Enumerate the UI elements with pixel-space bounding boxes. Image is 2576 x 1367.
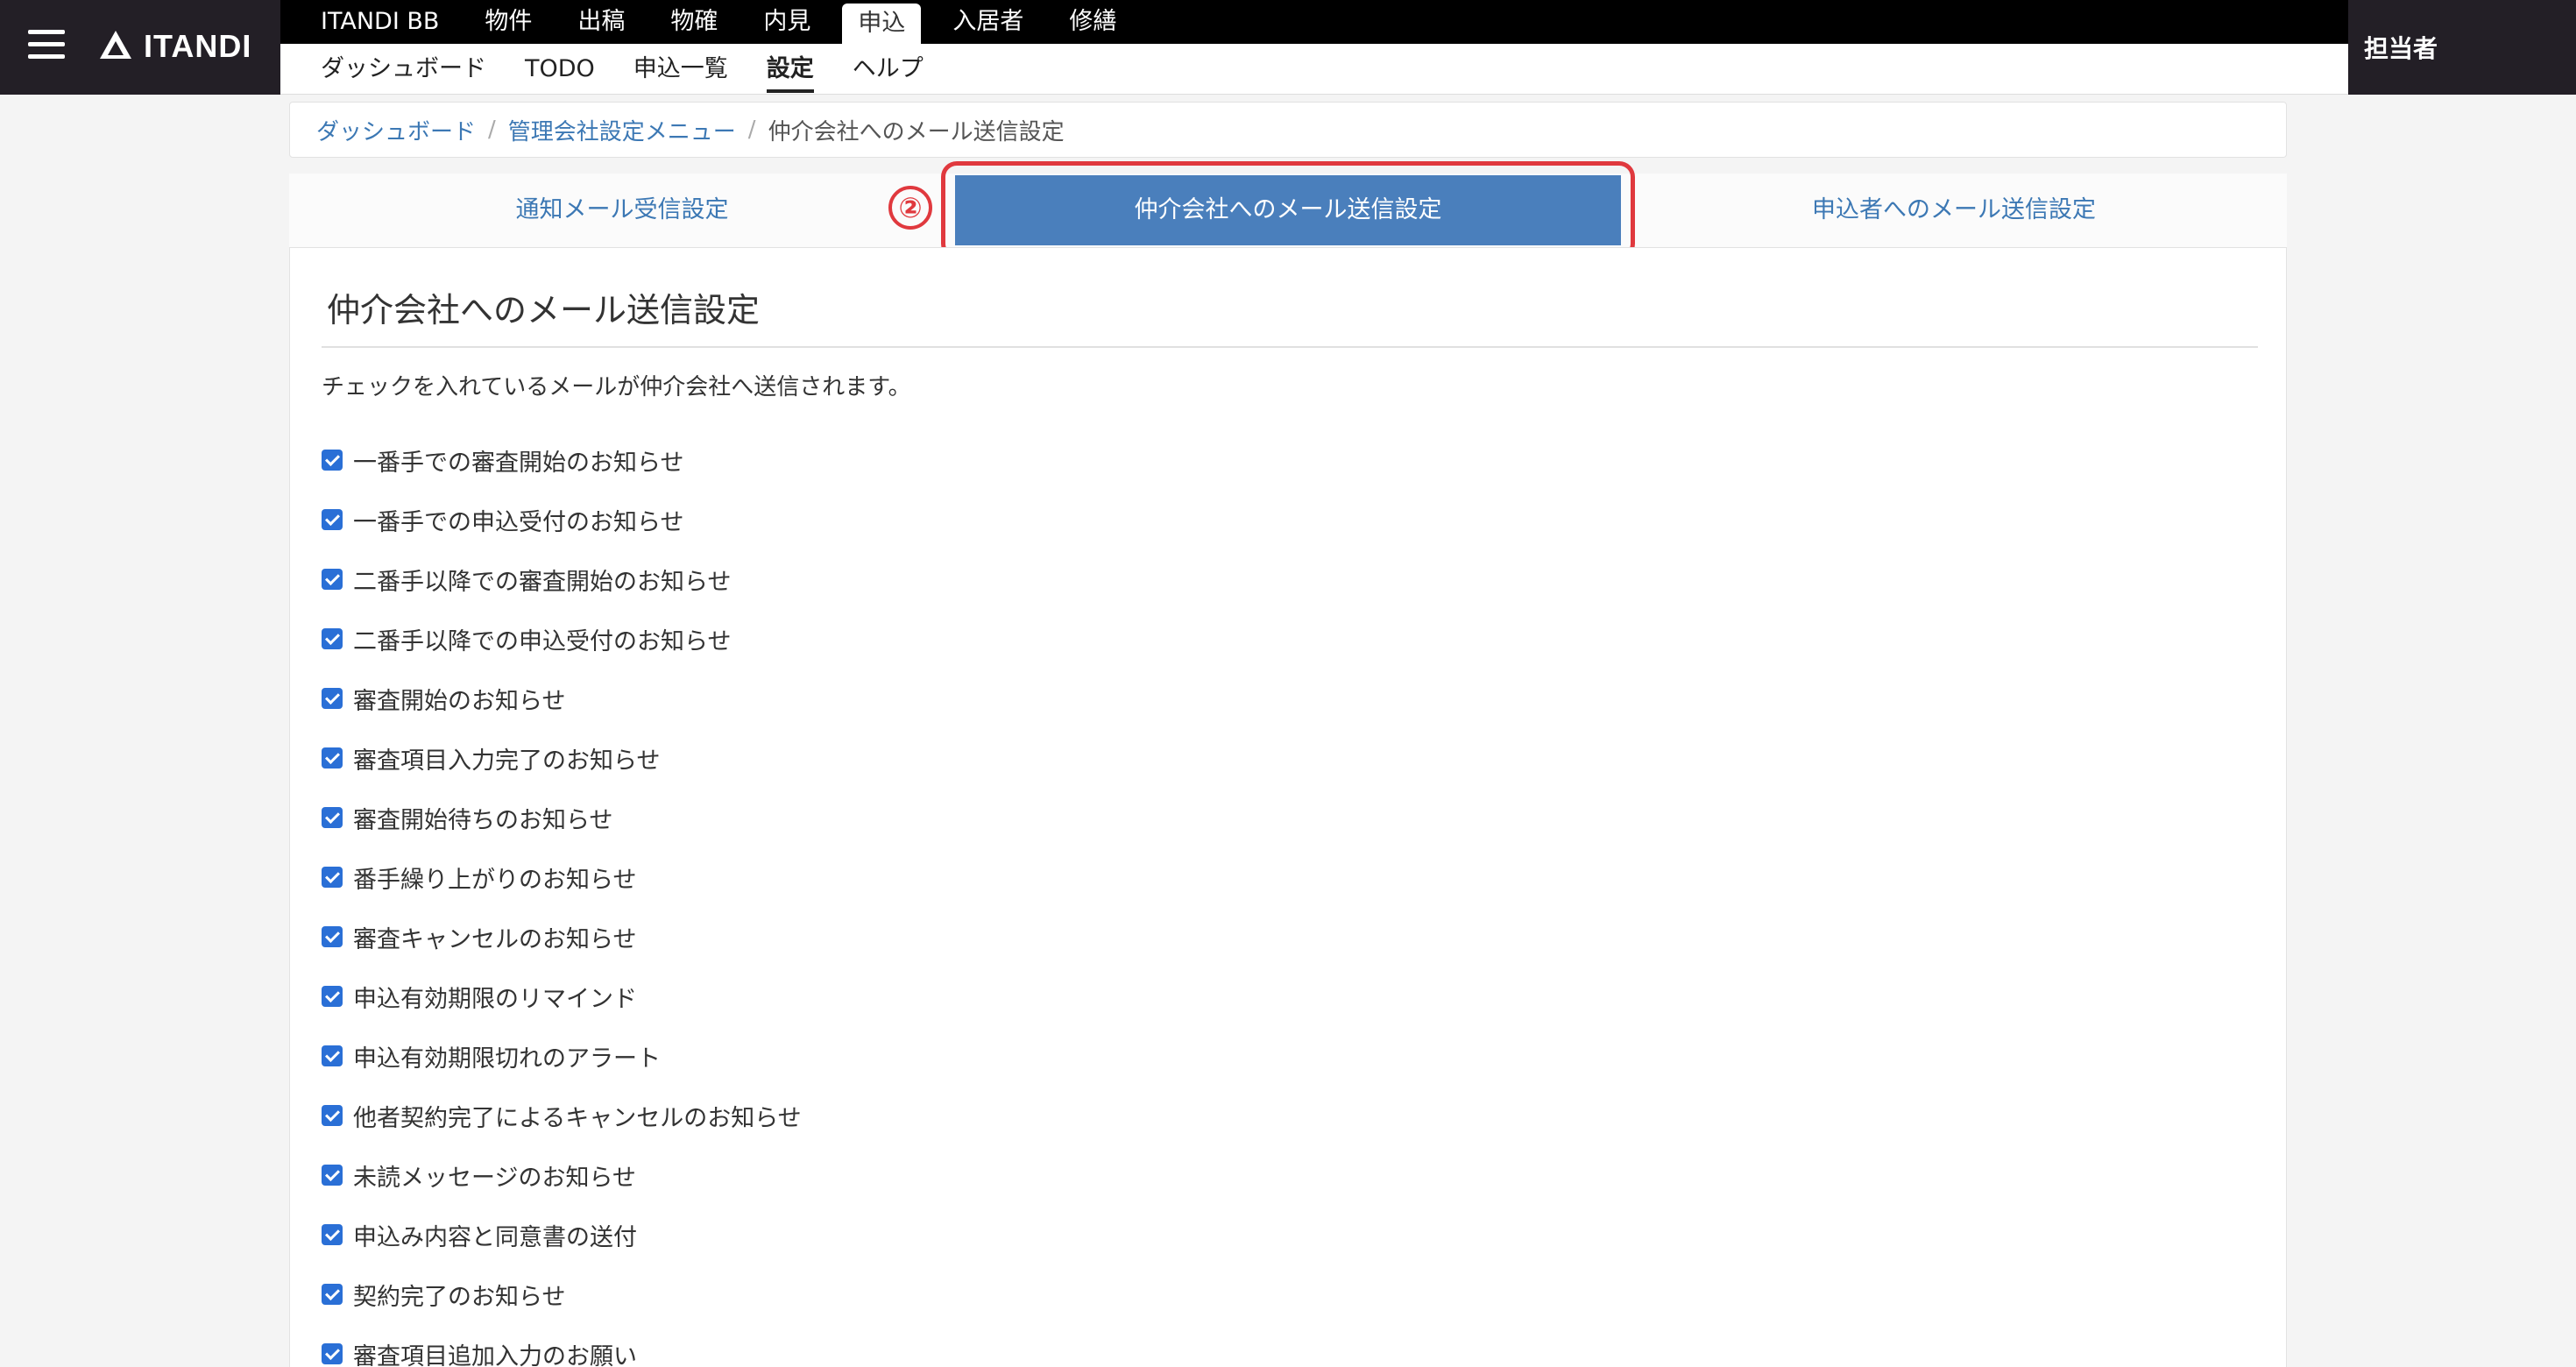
- annotation-highlight-box: [941, 161, 1635, 259]
- option-label: 未読メッセージのお知らせ: [353, 1164, 636, 1192]
- mail-option-row: 未読メッセージのお知らせ: [322, 1145, 802, 1205]
- mail-option-row: 審査開始待ちのお知らせ: [322, 788, 802, 847]
- breadcrumb-dashboard[interactable]: ダッシュボード: [316, 114, 476, 146]
- logo-text: ITANDI: [144, 28, 252, 64]
- checkbox[interactable]: [322, 1224, 343, 1245]
- option-label: 審査開始待ちのお知らせ: [353, 806, 613, 834]
- mail-option-row: 一番手での申込受付のお知らせ: [322, 490, 802, 549]
- option-label: 申込み内容と同意書の送付: [353, 1223, 637, 1251]
- checkbox[interactable]: [322, 450, 343, 471]
- option-label: 審査開始のお知らせ: [353, 687, 566, 715]
- breadcrumb: ダッシュボード / 管理会社設定メニュー / 仲介会社へのメール送信設定: [289, 102, 2287, 158]
- mail-option-row: 他者契約完了によるキャンセルのお知らせ: [322, 1086, 802, 1145]
- itandi-logo[interactable]: ITANDI: [96, 25, 251, 68]
- option-label: 番手繰り上がりのお知らせ: [353, 866, 637, 894]
- option-label: 審査キャンセルのお知らせ: [353, 925, 637, 953]
- main-nav: ITANDI BB 物件 出稿 物確 内見 申込 入居者 修繕: [280, 0, 2348, 44]
- option-label: 申込有効期限切れのアラート: [353, 1045, 661, 1073]
- user-menu[interactable]: 担当者: [2364, 30, 2438, 65]
- main-nav-bukkaku[interactable]: 物確: [648, 0, 740, 44]
- option-label: 審査項目入力完了のお知らせ: [353, 747, 661, 775]
- checkbox[interactable]: [322, 1045, 343, 1066]
- main-nav-shukko[interactable]: 出稿: [555, 0, 648, 44]
- checkbox[interactable]: [322, 807, 343, 828]
- sub-nav-dashboard[interactable]: ダッシュボード: [301, 44, 506, 95]
- main-nav-bukken[interactable]: 物件: [462, 0, 555, 44]
- option-label: 他者契約完了によるキャンセルのお知らせ: [353, 1104, 802, 1132]
- checkbox[interactable]: [322, 1105, 343, 1126]
- mail-option-row: 申込有効期限切れのアラート: [322, 1026, 802, 1086]
- breadcrumb-current: 仲介会社へのメール送信設定: [768, 118, 1065, 145]
- tab-notification-receive[interactable]: 通知メール受信設定: [289, 174, 955, 247]
- mail-option-row: 二番手以降での審査開始のお知らせ: [322, 549, 802, 609]
- breadcrumb-separator: /: [488, 117, 496, 143]
- logo-icon: [100, 31, 131, 59]
- mail-option-row: 審査項目入力完了のお知らせ: [322, 728, 802, 788]
- mail-option-row: 申込み内容と同意書の送付: [322, 1205, 802, 1264]
- sub-nav-todo[interactable]: TODO: [506, 44, 614, 95]
- sub-nav-help[interactable]: ヘルプ: [833, 44, 943, 95]
- checkbox[interactable]: [322, 1343, 343, 1364]
- checkbox[interactable]: [322, 867, 343, 888]
- checkbox[interactable]: [322, 569, 343, 590]
- main-nav-itandi-bb[interactable]: ITANDI BB: [298, 0, 462, 44]
- main-nav-moushikomi[interactable]: 申込: [842, 4, 922, 44]
- option-label: 一番手での審査開始のお知らせ: [353, 449, 684, 477]
- checkbox[interactable]: [322, 986, 343, 1007]
- option-label: 二番手以降での申込受付のお知らせ: [353, 627, 732, 655]
- mail-option-row: 契約完了のお知らせ: [322, 1264, 802, 1324]
- mail-options-list: 一番手での審査開始のお知らせ 一番手での申込受付のお知らせ 二番手以降での審査開…: [322, 430, 802, 1367]
- settings-panel: 仲介会社へのメール送信設定 チェックを入れているメールが仲介会社へ送信されます。…: [289, 247, 2287, 1367]
- tab-applicant-mail[interactable]: 申込者へのメール送信設定: [1621, 174, 2287, 247]
- mail-option-row: 審査項目追加入力のお願い: [322, 1324, 802, 1367]
- checkbox[interactable]: [322, 747, 343, 768]
- divider: [322, 346, 2258, 348]
- checkbox[interactable]: [322, 628, 343, 649]
- option-label: 二番手以降での審査開始のお知らせ: [353, 568, 732, 596]
- sub-nav-settings[interactable]: 設定: [747, 44, 833, 95]
- breadcrumb-settings-menu[interactable]: 管理会社設定メニュー: [508, 114, 736, 146]
- breadcrumb-separator: /: [747, 117, 756, 143]
- mail-option-row: 審査開始のお知らせ: [322, 669, 802, 728]
- checkbox[interactable]: [322, 509, 343, 530]
- sub-nav: ダッシュボード TODO 申込一覧 設定 ヘルプ: [280, 44, 2348, 95]
- checkbox[interactable]: [322, 1284, 343, 1305]
- panel-title: 仲介会社へのメール送信設定: [327, 291, 761, 329]
- option-label: 申込有効期限のリマインド: [353, 985, 637, 1013]
- hamburger-menu-icon[interactable]: [28, 26, 68, 67]
- mail-option-row: 申込有効期限のリマインド: [322, 967, 802, 1026]
- main-nav-nyukyosha[interactable]: 入居者: [930, 0, 1046, 44]
- checkbox[interactable]: [322, 688, 343, 709]
- main-nav-shuzen[interactable]: 修繕: [1046, 0, 1139, 44]
- checkbox[interactable]: [322, 1165, 343, 1186]
- option-label: 審査項目追加入力のお願い: [353, 1342, 637, 1367]
- mail-option-row: 一番手での審査開始のお知らせ: [322, 430, 802, 490]
- option-label: 契約完了のお知らせ: [353, 1283, 566, 1311]
- step-marker: ②: [888, 186, 932, 230]
- sub-nav-application-list[interactable]: 申込一覧: [614, 44, 747, 95]
- top-header: ITANDI ITANDI BB 物件 出稿 物確 内見 申込 入居者 修繕 ダ…: [0, 0, 2576, 95]
- mail-option-row: 番手繰り上がりのお知らせ: [322, 847, 802, 907]
- option-label: 一番手での申込受付のお知らせ: [353, 508, 684, 536]
- panel-description: チェックを入れているメールが仲介会社へ送信されます。: [322, 374, 911, 400]
- mail-option-row: 審査キャンセルのお知らせ: [322, 907, 802, 967]
- checkbox[interactable]: [322, 926, 343, 947]
- mail-option-row: 二番手以降での申込受付のお知らせ: [322, 609, 802, 669]
- main-nav-naiken[interactable]: 内見: [740, 0, 833, 44]
